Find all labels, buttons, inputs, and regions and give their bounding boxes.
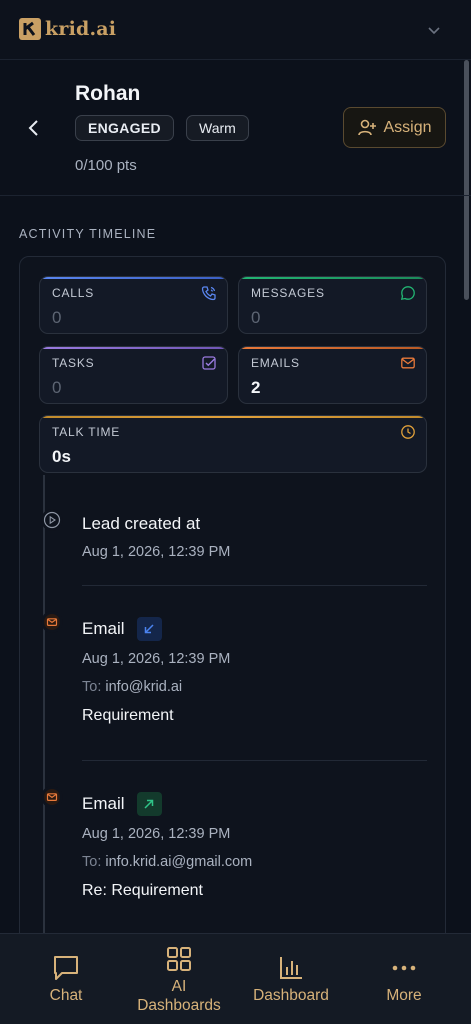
- chat-icon: [54, 956, 78, 980]
- timeline-title: Email: [82, 794, 125, 813]
- stat-value: 0s: [52, 447, 71, 466]
- back-arrow-icon[interactable]: [22, 116, 46, 140]
- stat-accent-bar: [40, 416, 426, 418]
- mail-icon: [44, 789, 60, 805]
- stat-label: TALK TIME: [52, 425, 121, 439]
- lead-header: Rohan ENGAGED Warm 0/100 pts Assign: [0, 60, 471, 196]
- to-address: info@krid.ai: [105, 679, 183, 695]
- nav-ai-dashboards[interactable]: AI Dashboards: [124, 934, 234, 1024]
- activity-panel: CALLS 0 MESSAGES 0 TASKS 0 EMAILS 2 TALK…: [19, 256, 446, 956]
- play-circle-icon: [43, 511, 61, 529]
- nav-chat[interactable]: Chat: [16, 934, 116, 1024]
- timeline-dot: [41, 611, 63, 633]
- clock-icon: [401, 425, 415, 439]
- lead-points: 0/100 pts: [75, 157, 137, 174]
- stat-value: 0: [52, 308, 62, 327]
- checkbox-icon: [202, 356, 216, 370]
- timeline-title: Email: [82, 619, 125, 638]
- nav-dashboard[interactable]: Dashboard: [240, 934, 342, 1024]
- nav-more[interactable]: More: [354, 934, 454, 1024]
- lead-name: Rohan: [75, 82, 141, 105]
- top-bar: krid.ai: [0, 0, 471, 60]
- logo-text: krid.ai: [45, 18, 117, 40]
- grid-icon: [167, 946, 191, 971]
- stat-label: TASKS: [52, 356, 95, 370]
- divider: [82, 585, 427, 586]
- chevron-down-icon[interactable]: [426, 22, 442, 38]
- nav-label: Chat: [49, 987, 83, 1004]
- timeline-item[interactable]: Email Aug 1, 2026, 12:39 PM To: info@kri…: [82, 617, 427, 725]
- message-circle-icon: [400, 286, 415, 301]
- timeline-title: Lead created at: [82, 514, 201, 533]
- mail-icon: [401, 357, 415, 369]
- stat-label: MESSAGES: [251, 286, 325, 300]
- timeline-time: Aug 1, 2026, 12:39 PM: [82, 544, 231, 560]
- email-recipient: To: info@krid.ai: [82, 679, 427, 695]
- to-label: To:: [82, 679, 102, 695]
- outgoing-badge: [136, 792, 162, 816]
- timeline-dot: [41, 509, 63, 531]
- nav-label-line2: Dashboards: [137, 996, 221, 1014]
- to-label: To:: [82, 854, 102, 870]
- timeline-dot: [41, 786, 63, 808]
- logo-mark-icon: [19, 18, 41, 40]
- timeline-item[interactable]: Email Aug 1, 2026, 12:39 PM To: info.kri…: [82, 792, 427, 900]
- to-address: info.krid.ai@gmail.com: [105, 854, 253, 870]
- assign-button[interactable]: Assign: [343, 107, 446, 148]
- email-subject: Re: Requirement: [82, 882, 203, 899]
- timeline-item[interactable]: Lead created at Aug 1, 2026, 12:39 PM: [82, 514, 427, 560]
- divider: [82, 760, 427, 761]
- stat-emails[interactable]: EMAILS 2: [238, 346, 427, 404]
- bar-chart-icon: [280, 957, 302, 979]
- stat-value: 0: [251, 308, 261, 327]
- stat-accent-bar: [239, 347, 426, 349]
- nav-label: More: [386, 987, 422, 1004]
- stat-accent-bar: [40, 277, 227, 279]
- section-title: ACTIVITY TIMELINE: [19, 227, 157, 241]
- assign-label: Assign: [383, 118, 432, 136]
- stat-tasks[interactable]: TASKS 0: [39, 346, 228, 404]
- more-dots-icon: [392, 965, 416, 971]
- stat-label: CALLS: [52, 286, 95, 300]
- stat-messages[interactable]: MESSAGES 0: [238, 276, 427, 334]
- nav-label: Dashboard: [253, 987, 329, 1004]
- stat-accent-bar: [239, 277, 426, 279]
- status-badge: ENGAGED: [75, 115, 174, 141]
- arrow-up-right-icon: [144, 799, 154, 809]
- user-plus-icon: [358, 119, 377, 135]
- stat-value: 2: [251, 378, 261, 397]
- stat-label: EMAILS: [251, 356, 300, 370]
- phone-icon: [201, 286, 216, 301]
- email-subject: Requirement: [82, 707, 174, 724]
- app-logo[interactable]: krid.ai: [18, 16, 116, 42]
- stat-calls[interactable]: CALLS 0: [39, 276, 228, 334]
- stat-value: 0: [52, 378, 62, 397]
- stat-talk-time[interactable]: TALK TIME 0s: [39, 415, 427, 473]
- timeline-time: Aug 1, 2026, 12:39 PM: [82, 826, 231, 842]
- email-recipient: To: info.krid.ai@gmail.com: [82, 854, 427, 870]
- timeline-time: Aug 1, 2026, 12:39 PM: [82, 651, 231, 667]
- stat-accent-bar: [40, 347, 227, 349]
- timeline-line: [43, 475, 45, 955]
- bottom-nav: Chat AI Dashboards Dashboard More: [0, 933, 471, 1024]
- arrow-down-left-icon: [144, 624, 154, 634]
- temperature-badge: Warm: [186, 115, 249, 141]
- mail-icon: [44, 614, 60, 630]
- incoming-badge: [136, 617, 162, 641]
- nav-label-line1: AI: [171, 977, 187, 995]
